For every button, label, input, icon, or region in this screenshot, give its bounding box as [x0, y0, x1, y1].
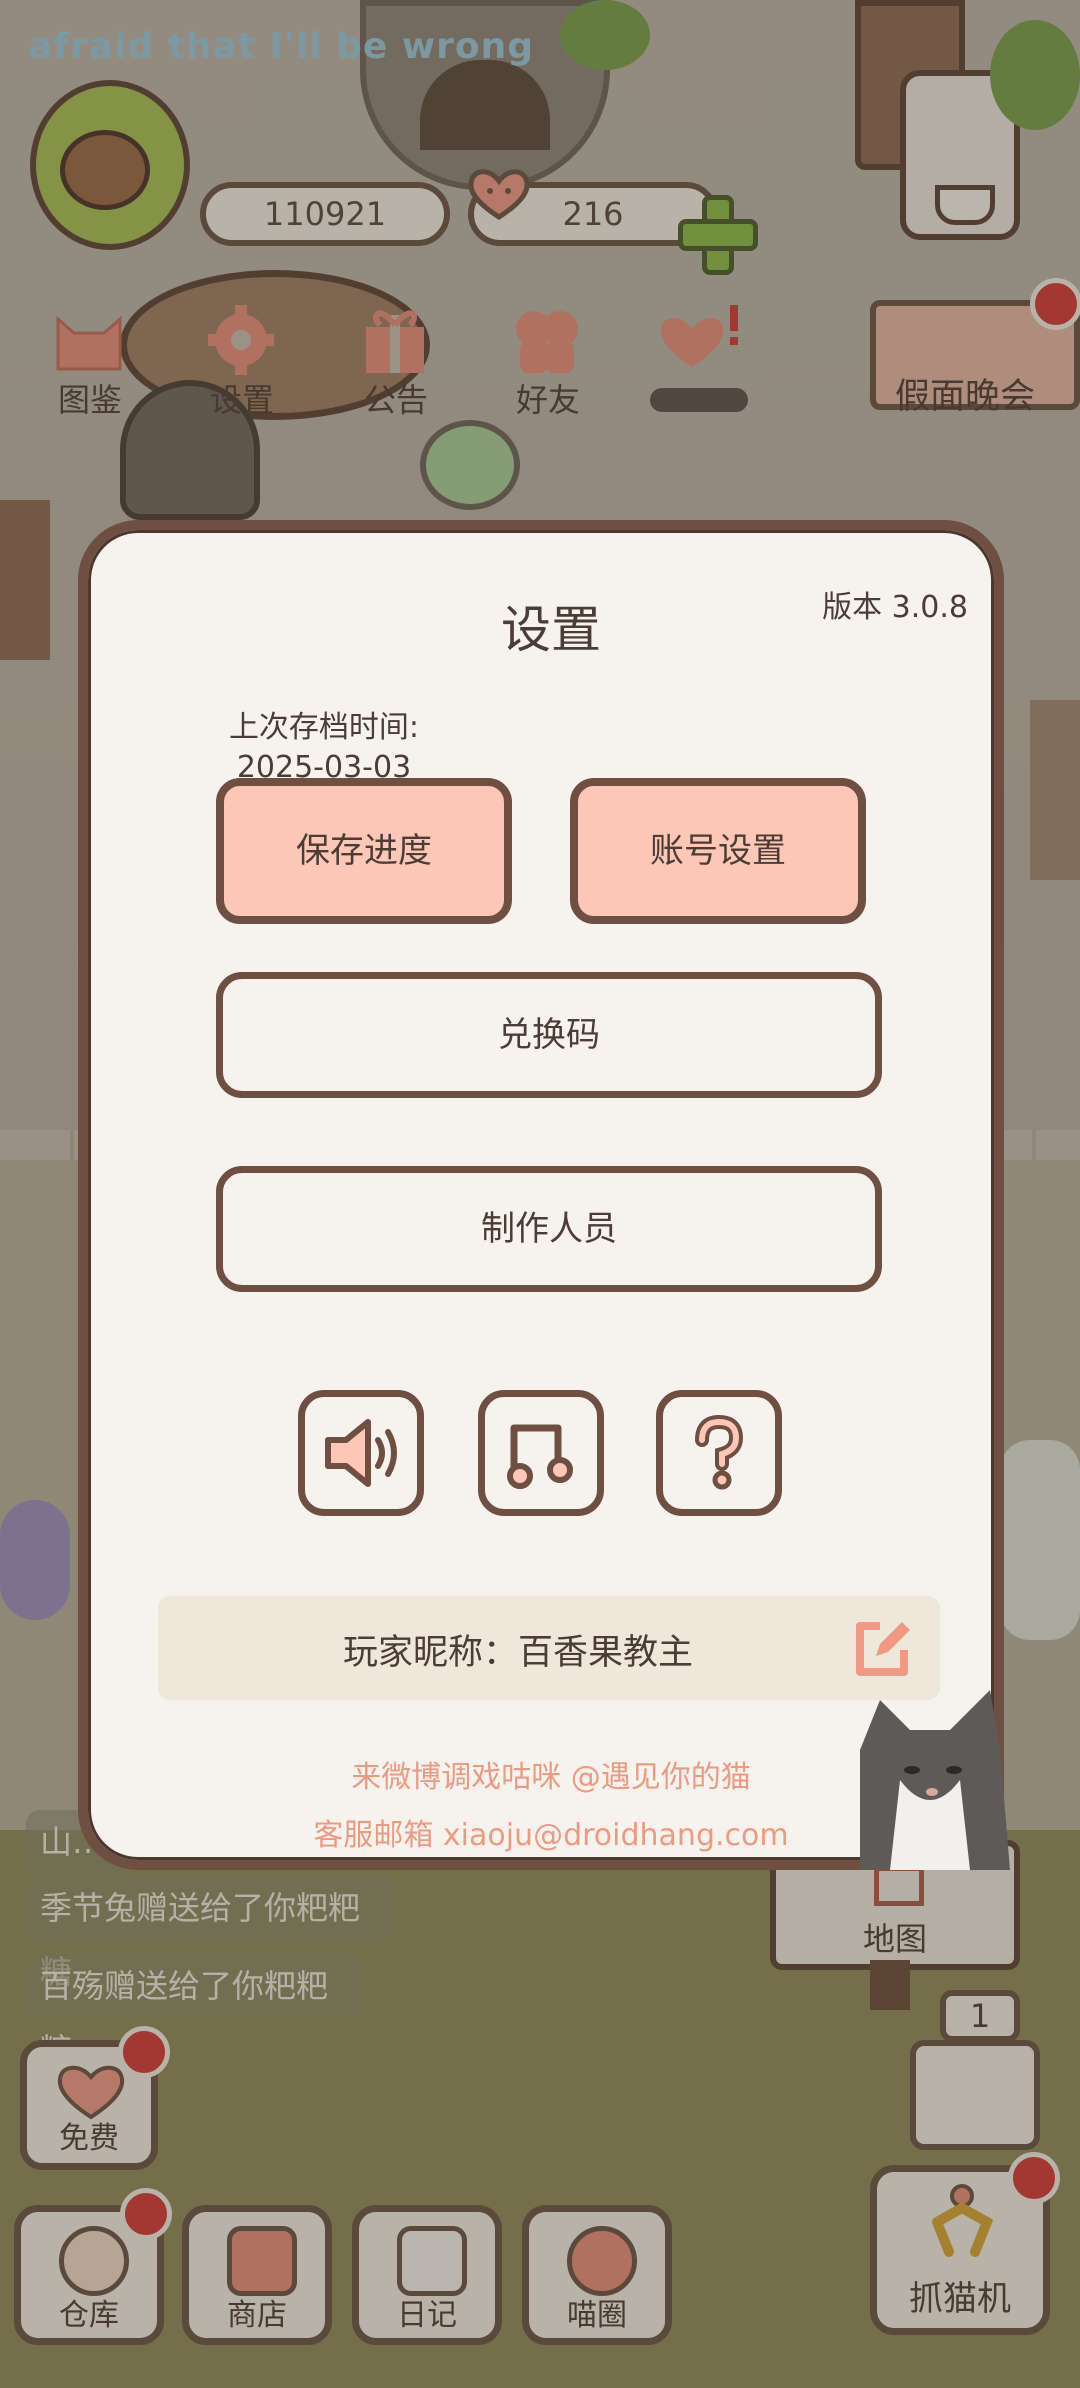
nickname-label: 玩家昵称：百香果教主 [342, 1633, 693, 1673]
music-button[interactable] [478, 1390, 604, 1516]
help-button[interactable] [656, 1390, 782, 1516]
settings-dialog: 设置 版本 3.0.8 上次存档时间: 2025-03-03 10:24 保存进… [78, 520, 1004, 1870]
question-mark-icon [695, 1414, 744, 1490]
music-note-icon [507, 1424, 573, 1489]
cat-photo [860, 1690, 1010, 1870]
save-progress-button[interactable]: 保存进度 [216, 778, 512, 924]
sound-button[interactable] [298, 1390, 424, 1516]
speaker-icon [325, 1419, 397, 1487]
account-settings-button[interactable]: 账号设置 [570, 778, 866, 924]
redeem-code-button[interactable]: 兑换码 [216, 972, 882, 1098]
credits-button[interactable]: 制作人员 [216, 1166, 882, 1292]
last-save-label: 上次存档时间: [228, 710, 420, 745]
nickname-panel[interactable]: 玩家昵称：百香果教主 [158, 1596, 940, 1700]
version-label: 版本 3.0.8 [822, 590, 968, 625]
